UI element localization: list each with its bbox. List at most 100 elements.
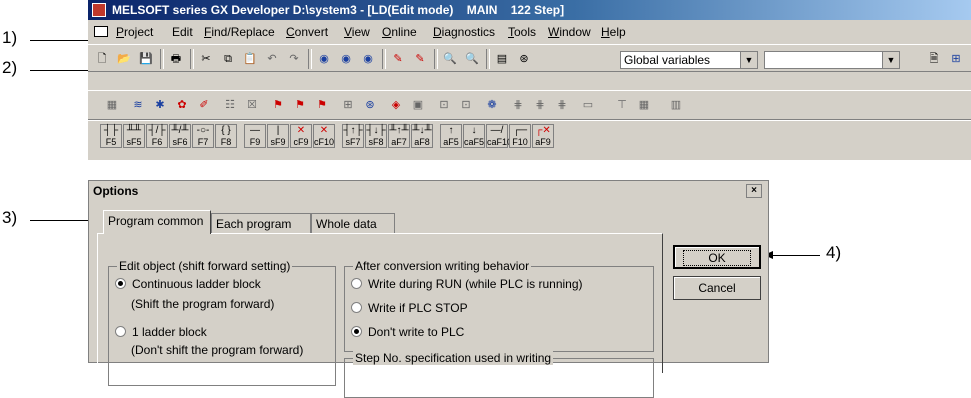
toolbar-separator — [190, 49, 194, 69]
invert-button[interactable]: —/caF10 — [486, 124, 512, 148]
monitor-icon[interactable]: ◉ — [358, 49, 378, 69]
tab-whole-data[interactable]: Whole data — [311, 213, 395, 234]
horizontal-line-button[interactable]: — F9 — [244, 124, 266, 148]
comment-icon[interactable]: ☷ — [220, 95, 240, 115]
project-tree-icon[interactable]: ⊞ — [946, 49, 966, 69]
diagnostics-icon[interactable]: ⊛ — [360, 95, 380, 115]
menu-convert[interactable]: Convert — [286, 22, 328, 42]
close-icon[interactable]: × — [746, 184, 762, 198]
sfc-block-icon[interactable]: ⊡ — [434, 95, 454, 115]
program-select-combo[interactable]: ▼ — [764, 51, 900, 69]
block-icon[interactable]: ▣ — [408, 95, 428, 115]
sfc-icon[interactable]: ⊞ — [338, 95, 358, 115]
undo-icon[interactable]: ↶ — [262, 49, 282, 69]
falling-pulse-button[interactable]: ┤↓├ sF8 — [365, 124, 387, 148]
radio-unselected[interactable] — [351, 302, 362, 313]
delete-vertical-line-button[interactable]: ✕ cF10 — [313, 124, 335, 148]
find-icon[interactable]: 🔍 — [440, 49, 460, 69]
convert-online-icon[interactable]: ⚑ — [312, 95, 332, 115]
sfc-step-icon[interactable]: ⊡ — [456, 95, 476, 115]
table-icon[interactable]: ▦ — [634, 95, 654, 115]
ok-button[interactable]: OK — [673, 245, 761, 269]
write-if-plc-stop-radio[interactable]: Write if PLC STOP — [351, 301, 468, 315]
delete-horizontal-line-button[interactable]: ✕ cF9 — [290, 124, 312, 148]
insert-column-icon[interactable]: ⋕ — [552, 95, 572, 115]
device-memory-icon[interactable]: ❁ — [482, 95, 502, 115]
line-draw-button[interactable]: ┌─ F10 — [509, 124, 531, 148]
dont-write-to-plc-radio[interactable]: Don't write to PLC — [351, 325, 464, 339]
device-batch-icon[interactable]: ✎ — [388, 49, 408, 69]
read-plc-icon[interactable]: ◉ — [314, 49, 334, 69]
application-instruction-button[interactable]: { } F8 — [215, 124, 237, 148]
chevron-down-icon[interactable]: ▼ — [740, 52, 757, 68]
new-file-icon[interactable]: 🗋 — [92, 49, 112, 69]
list-icon[interactable]: ▥ — [666, 95, 686, 115]
tab-program-common[interactable]: Program common — [103, 210, 211, 234]
find-device-icon[interactable]: 🔍 — [462, 49, 482, 69]
trace-icon[interactable]: ⊤ — [612, 95, 632, 115]
menu-window[interactable]: Window — [548, 22, 591, 42]
statement-icon[interactable]: ☒ — [242, 95, 262, 115]
write-mode-icon[interactable]: ✱ — [150, 95, 170, 115]
write-plc-icon[interactable]: ◉ — [336, 49, 356, 69]
open-folder-icon[interactable]: 📂 — [114, 49, 134, 69]
global-variables-combo[interactable]: Global variables ▼ — [620, 51, 758, 69]
write-during-run-radio[interactable]: Write during RUN (while PLC is running) — [351, 277, 583, 291]
contact-nc-button[interactable]: ┤/├ F6 — [146, 124, 168, 148]
delete-row-icon[interactable]: ⋕ — [530, 95, 550, 115]
contact-no-button[interactable]: ┤├ F5 — [100, 124, 122, 148]
cross-reference-icon[interactable]: ⊛ — [514, 49, 534, 69]
step-icon[interactable]: ◈ — [386, 95, 406, 115]
monitor-mode-icon[interactable]: ✐ — [194, 95, 214, 115]
continuous-ladder-block-note: (Shift the program forward) — [131, 297, 275, 311]
properties-icon[interactable]: 🗎 — [924, 49, 944, 69]
document-menu-icon[interactable] — [94, 26, 108, 37]
tab-each-program[interactable]: Each program — [211, 213, 311, 234]
cancel-button[interactable]: Cancel — [673, 276, 761, 300]
rising-edge-button[interactable]: ↑ aF5 — [440, 124, 462, 148]
line-delete-button[interactable]: ┌✕ aF9 — [532, 124, 554, 148]
insert-row-icon[interactable]: ⋕ — [508, 95, 528, 115]
entry-data-icon[interactable]: ✎ — [410, 49, 430, 69]
callout-1-line — [30, 40, 92, 41]
chevron-down-icon[interactable]: ▼ — [882, 52, 899, 68]
paste-icon[interactable]: 📋 — [240, 49, 260, 69]
continuous-ladder-block-radio[interactable]: Continuous ladder block — [115, 277, 261, 291]
cut-icon[interactable]: ✂ — [196, 49, 216, 69]
radio-unselected[interactable] — [351, 278, 362, 289]
parallel-rising-pulse-button[interactable]: ╨↑╨ aF7 — [388, 124, 410, 148]
callout-1: 1) — [2, 28, 18, 47]
read-mode-icon[interactable]: ✿ — [172, 95, 192, 115]
radio-selected[interactable] — [351, 326, 362, 337]
vertical-line-button[interactable]: | sF9 — [267, 124, 289, 148]
menu-edit[interactable]: Edit — [172, 22, 193, 42]
redo-icon[interactable]: ↷ — [284, 49, 304, 69]
radio-selected[interactable] — [115, 278, 126, 289]
parallel-falling-pulse-button[interactable]: ╨↓╨ aF8 — [411, 124, 433, 148]
list-view-icon[interactable]: ▤ — [492, 49, 512, 69]
menu-view[interactable]: View — [344, 22, 370, 42]
menu-online[interactable]: Online — [382, 22, 417, 42]
menu-tools[interactable]: Tools — [508, 22, 536, 42]
menu-find-replace[interactable]: Find/Replace — [204, 22, 275, 42]
parallel-no-button[interactable]: ╨╨ sF5 — [123, 124, 145, 148]
print-icon[interactable]: 🖶 — [166, 49, 186, 69]
menu-help[interactable]: Help — [601, 22, 626, 42]
ladder-mode-icon[interactable]: ▦ — [102, 95, 122, 115]
coil-button[interactable]: -○- F7 — [192, 124, 214, 148]
falling-edge-button[interactable]: ↓ caF5 — [463, 124, 485, 148]
one-ladder-block-radio[interactable]: 1 ladder block — [115, 325, 207, 339]
save-icon[interactable]: 💾 — [136, 49, 156, 69]
edit-mode-icon[interactable]: ≋ — [128, 95, 148, 115]
convert-icon[interactable]: ⚑ — [268, 95, 288, 115]
rising-pulse-button[interactable]: ┤↑├ sF7 — [342, 124, 364, 148]
copy-icon[interactable]: ⧉ — [218, 49, 238, 69]
menu-diagnostics[interactable]: Diagnostics — [433, 22, 495, 42]
convert-all-icon[interactable]: ⚑ — [290, 95, 310, 115]
radio-unselected[interactable] — [115, 326, 126, 337]
parallel-nc-button[interactable]: ╨/╨ sF6 — [169, 124, 191, 148]
toolbar-separator — [160, 49, 164, 69]
display-icon[interactable]: ▭ — [578, 95, 598, 115]
options-dialog: Options × Program common Each program Wh… — [88, 180, 769, 398]
menu-project[interactable]: Project — [116, 22, 153, 42]
